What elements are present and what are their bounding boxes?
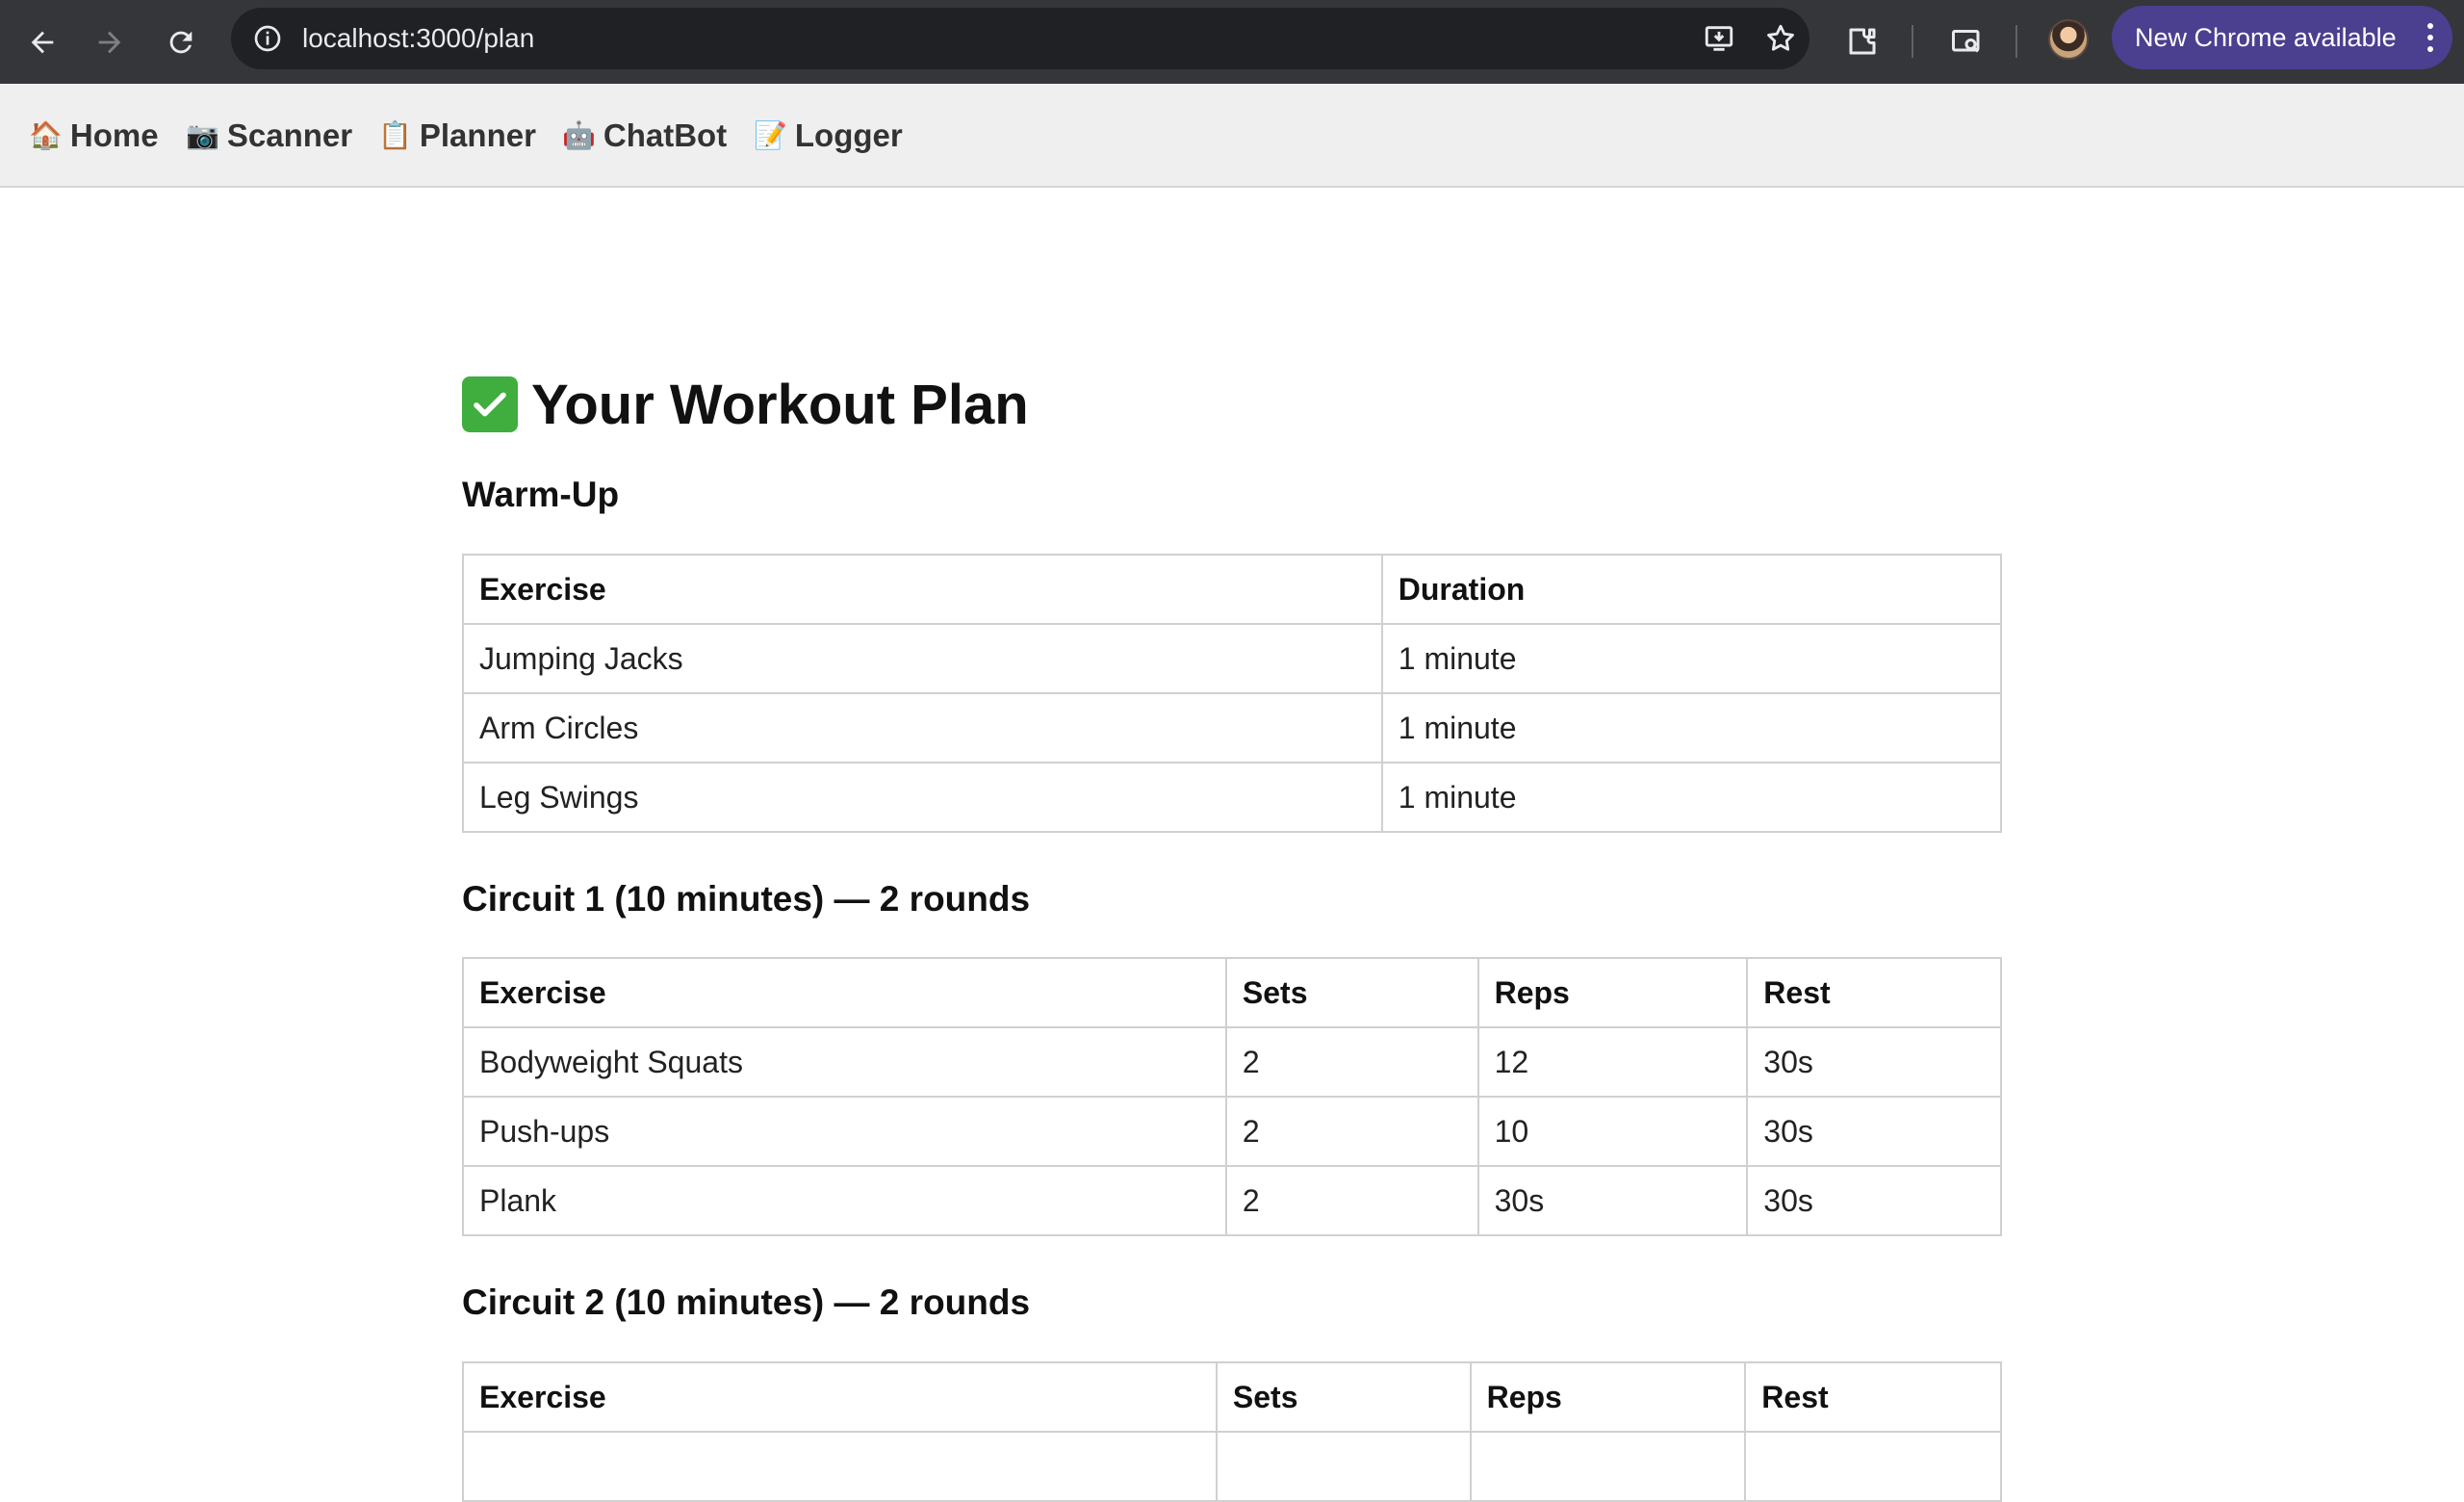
browser-toolbar: localhost:3000/plan New Chrome available	[0, 0, 2464, 84]
more-menu-icon[interactable]	[2426, 23, 2435, 52]
page-title-text: Your Workout Plan	[531, 373, 1029, 436]
rest-cell: 30s	[1746, 1165, 2002, 1236]
forward-button[interactable]	[81, 13, 139, 71]
extensions-icon[interactable]	[1838, 17, 1886, 65]
nav-link-label: Scanner	[226, 117, 353, 153]
column-header: Rest	[1746, 957, 2002, 1028]
bookmark-star-icon[interactable]	[1761, 19, 1800, 58]
table-row: Plank 2 30s 30s	[462, 1165, 2002, 1236]
nav-link-planner[interactable]: 📋 Planner	[378, 84, 536, 188]
rest-cell: 30s	[1746, 1026, 2002, 1098]
sets-cell: 2	[1224, 1026, 1479, 1098]
reload-icon	[169, 31, 192, 54]
check-mark-icon	[462, 376, 518, 432]
duration-cell: 1 minute	[1380, 762, 2003, 833]
memo-icon: 📝	[754, 120, 787, 150]
robot-icon: 🤖	[562, 120, 596, 150]
exercise-cell: Bodyweight Squats	[462, 1026, 1227, 1098]
table-header-row: Exercise Sets Reps Rest	[462, 1361, 2002, 1433]
column-header: Duration	[1380, 554, 2003, 625]
table-header-row: Exercise Duration	[462, 554, 2003, 625]
sets-cell	[1215, 1431, 1472, 1502]
toolbar-separator	[2015, 25, 2017, 58]
exercise-cell: Arm Circles	[462, 692, 1383, 764]
update-label: New Chrome available	[2135, 23, 2397, 52]
column-header: Exercise	[462, 957, 1227, 1028]
profile-avatar[interactable]	[2048, 19, 2089, 60]
circuit1-title: Circuit 1 (10 minutes) — 2 rounds	[462, 879, 1031, 919]
sets-cell: 2	[1224, 1165, 1479, 1236]
nav-link-label: ChatBot	[603, 117, 728, 153]
reps-cell: 12	[1476, 1026, 1749, 1098]
duration-cell: 1 minute	[1380, 623, 2003, 694]
column-header: Sets	[1215, 1361, 1472, 1433]
exercise-cell: Jumping Jacks	[462, 623, 1383, 694]
table-header-row: Exercise Sets Reps Rest	[462, 957, 2002, 1028]
table-row: Push-ups 2 10 30s	[462, 1096, 2002, 1167]
circuit2-table: Exercise Sets Reps Rest	[462, 1361, 2002, 1502]
circuit2-title: Circuit 2 (10 minutes) — 2 rounds	[462, 1282, 1031, 1322]
clipboard-icon: 📋	[378, 120, 412, 150]
reload-button[interactable]	[152, 13, 210, 71]
nav-link-home[interactable]: 🏠 Home	[29, 84, 159, 188]
tab-search-icon[interactable]	[1942, 17, 1990, 65]
toolbar-separator	[1912, 25, 1913, 58]
arrow-left-icon	[31, 31, 54, 54]
table-row: Jumping Jacks 1 minute	[462, 623, 2003, 694]
table-row	[462, 1431, 2002, 1502]
exercise-cell: Push-ups	[462, 1096, 1227, 1167]
table-row: Bodyweight Squats 2 12 30s	[462, 1026, 2002, 1098]
column-header: Exercise	[462, 554, 1383, 625]
page-title: Your Workout Plan	[462, 366, 1029, 443]
nav-link-logger[interactable]: 📝 Logger	[754, 84, 903, 188]
nav-link-chatbot[interactable]: 🤖 ChatBot	[562, 84, 727, 188]
column-header: Sets	[1224, 957, 1479, 1028]
reps-cell: 10	[1476, 1096, 1749, 1167]
column-header: Exercise	[462, 1361, 1218, 1433]
circuit1-table: Exercise Sets Reps Rest Bodyweight Squat…	[462, 957, 2002, 1236]
table-row: Leg Swings 1 minute	[462, 762, 2003, 833]
column-header: Rest	[1744, 1361, 2002, 1433]
warmup-title: Warm-Up	[462, 475, 620, 514]
nav-link-label: Logger	[794, 117, 903, 153]
chrome-update-button[interactable]: New Chrome available	[2112, 6, 2452, 69]
exercise-cell: Plank	[462, 1165, 1227, 1236]
arrow-right-icon	[98, 31, 121, 54]
camera-icon: 📷	[186, 120, 219, 150]
rest-cell	[1744, 1431, 2002, 1502]
house-icon: 🏠	[29, 120, 63, 150]
app-navbar: 🏠 Home 📷 Scanner 📋 Planner 🤖 ChatBot 📝 L…	[0, 84, 2464, 188]
site-info-icon[interactable]	[248, 19, 287, 58]
exercise-cell: Leg Swings	[462, 762, 1383, 833]
nav-link-scanner[interactable]: 📷 Scanner	[186, 84, 352, 188]
address-bar[interactable]: localhost:3000/plan	[231, 8, 1810, 69]
rest-cell: 30s	[1746, 1096, 2002, 1167]
exercise-cell	[462, 1431, 1218, 1502]
url-text[interactable]: localhost:3000/plan	[302, 8, 534, 69]
duration-cell: 1 minute	[1380, 692, 2003, 764]
warmup-table: Exercise Duration Jumping Jacks 1 minute…	[462, 554, 2003, 833]
reps-cell	[1469, 1431, 1747, 1502]
reps-cell: 30s	[1476, 1165, 1749, 1236]
table-row: Arm Circles 1 minute	[462, 692, 2003, 764]
sets-cell: 2	[1224, 1096, 1479, 1167]
nav-link-label: Planner	[419, 117, 536, 153]
column-header: Reps	[1476, 957, 1749, 1028]
nav-link-label: Home	[69, 117, 159, 153]
back-button[interactable]	[13, 13, 71, 71]
column-header: Reps	[1469, 1361, 1747, 1433]
install-app-icon[interactable]	[1700, 19, 1738, 58]
